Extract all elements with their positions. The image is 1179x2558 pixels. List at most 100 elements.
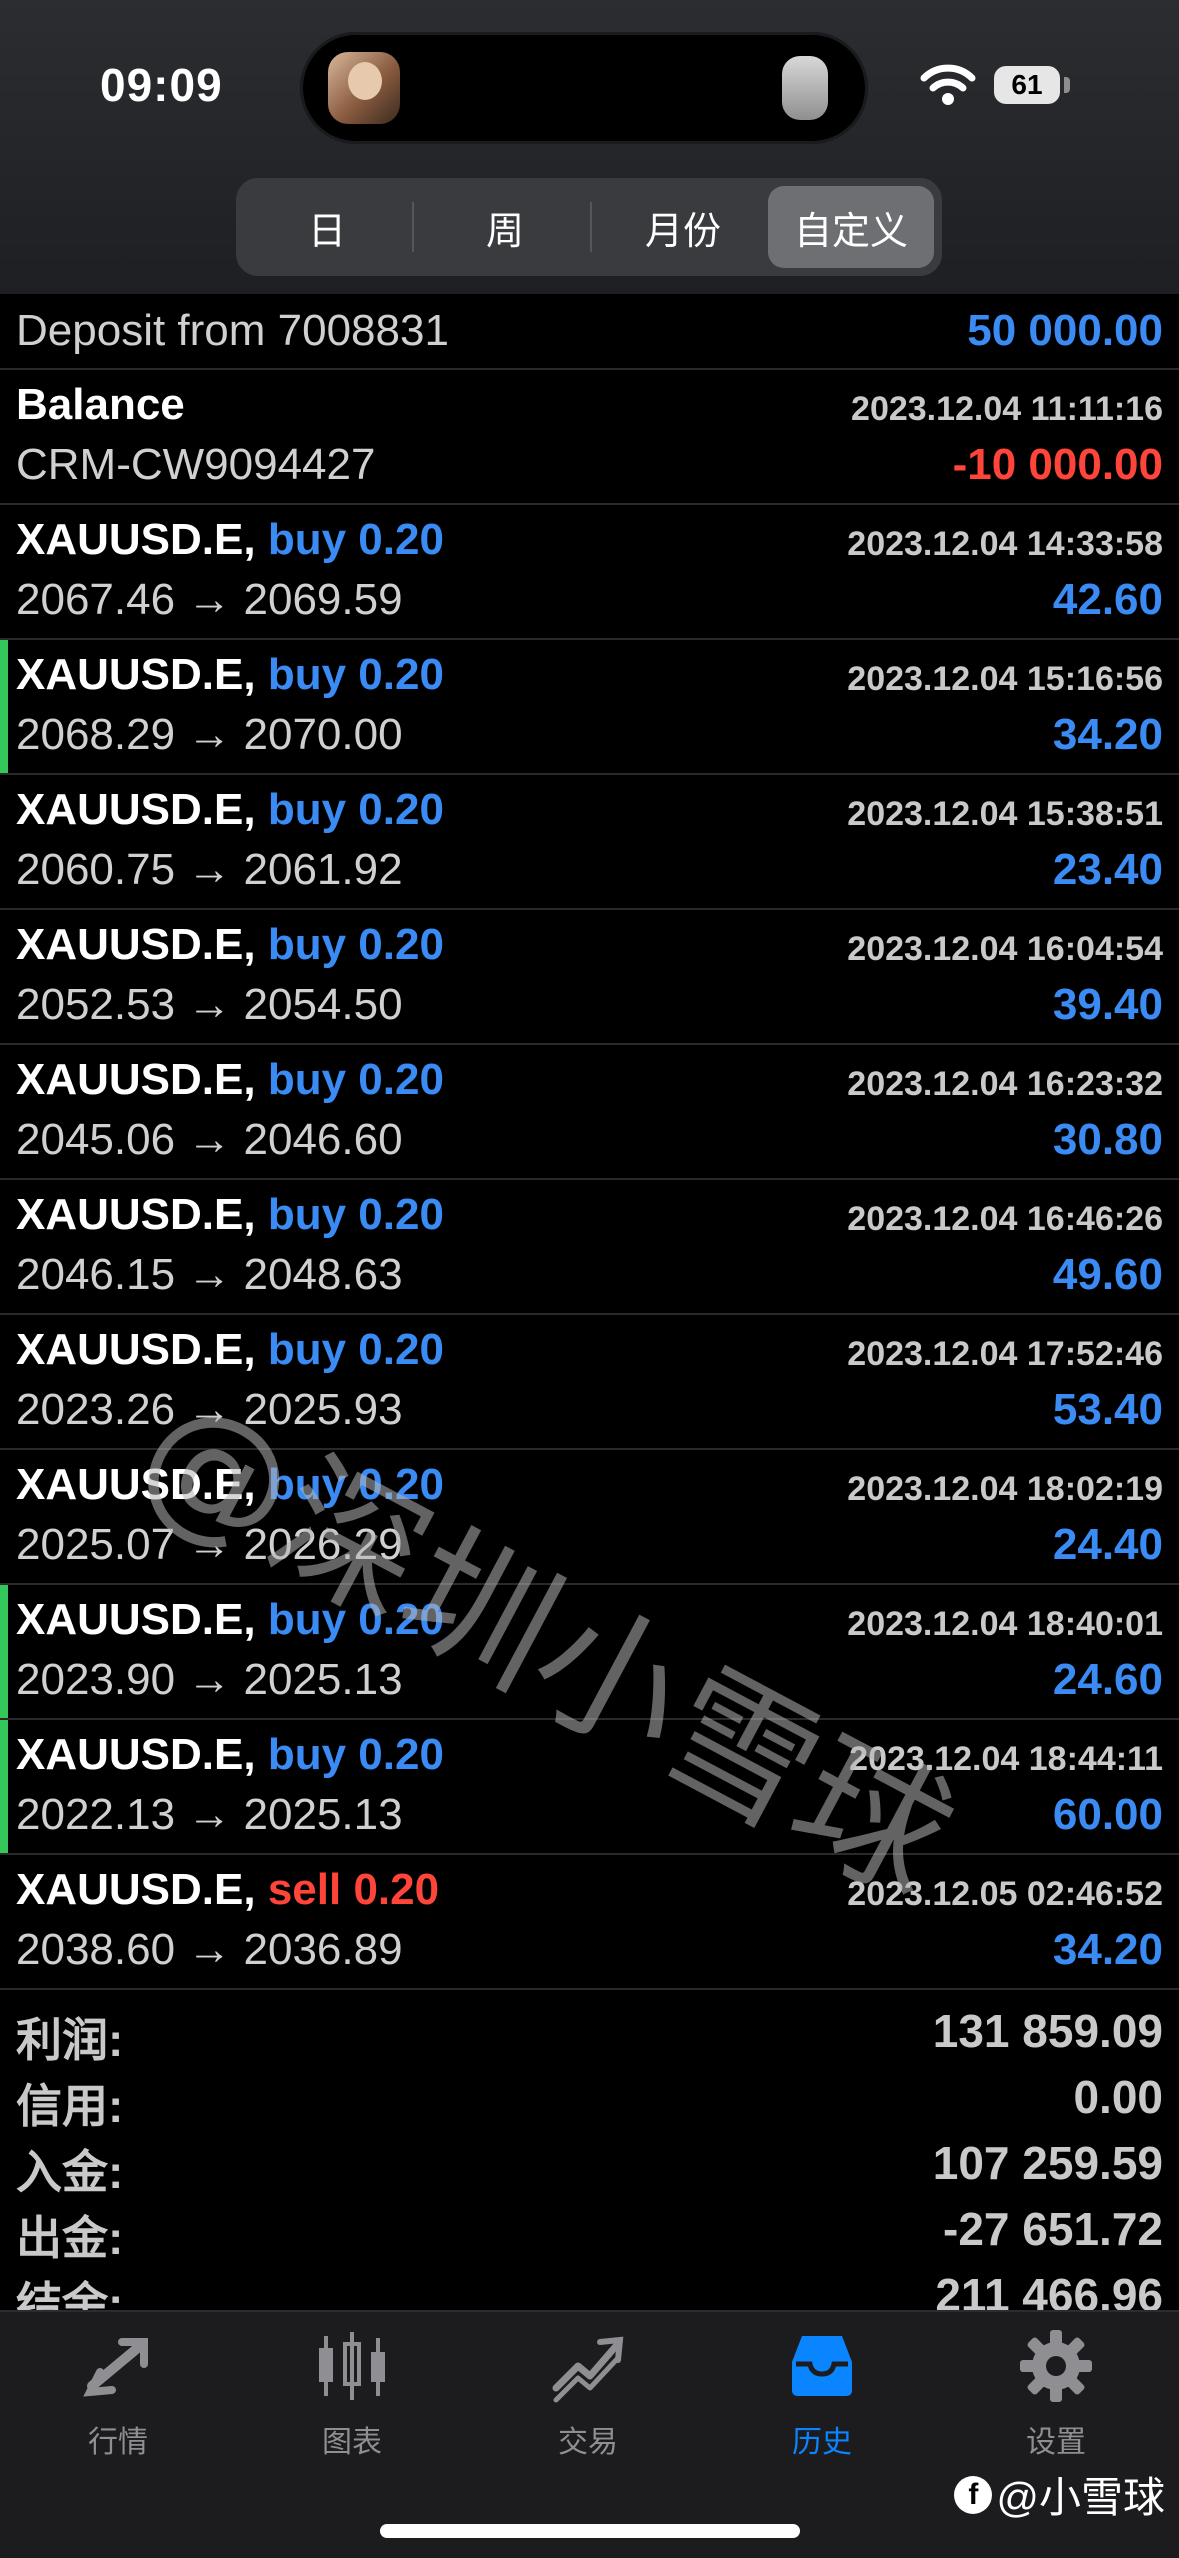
trade-row[interactable]: XAUUSD.E, buy 0.20 2023.12.04 16:23:32 204…	[0, 1045, 1179, 1180]
trade-row[interactable]: XAUUSD.E, buy 0.20 2023.12.04 18:44:11 202…	[0, 1720, 1179, 1855]
trade-profit: 42.60	[1052, 575, 1163, 624]
trade-prices: 2060.75 → 2061.92	[16, 845, 403, 894]
trade-date: 2023.12.04 18:44:11	[849, 1740, 1163, 1778]
history-list: Deposit from 7008831 50 000.00 Balance 2…	[0, 294, 1179, 1990]
summary-deposit: 入金: 107 259.59	[0, 2126, 1179, 2198]
period-week[interactable]: 周	[422, 186, 588, 268]
tab-history[interactable]: 历史	[722, 2326, 922, 2461]
period-selector: 日 周 月份 自定义	[236, 178, 942, 276]
homepod-icon	[782, 56, 828, 120]
trade-volume: buy 0.20	[267, 920, 444, 969]
balance-row[interactable]: Balance 2023.12.04 11:11:16 CRM-CW909442…	[0, 370, 1179, 505]
trade-prices: 2038.60 → 2036.89	[16, 1925, 403, 1974]
summary-credit: 信用: 0.00	[0, 2060, 1179, 2132]
trade-prices: 2023.90 → 2025.13	[16, 1655, 403, 1704]
trade-prices: 2045.06 → 2046.60	[16, 1115, 403, 1164]
credit-text: @小雪球	[996, 2474, 1165, 2521]
period-custom[interactable]: 自定义	[768, 186, 934, 268]
trade-profit: 24.60	[1052, 1655, 1163, 1704]
summary-profit: 利润: 131 859.09	[0, 1994, 1179, 2066]
trade-symbol: XAUUSD.E,	[16, 1460, 256, 1509]
trade-title: XAUUSD.E, buy 0.20	[16, 515, 444, 565]
trade-row[interactable]: XAUUSD.E, buy 0.20 2023.12.04 16:46:26 204…	[0, 1180, 1179, 1315]
trade-title: XAUUSD.E, buy 0.20	[16, 920, 444, 970]
tab-charts[interactable]: 图表	[252, 2326, 452, 2461]
trade-profit: 24.40	[1052, 1520, 1163, 1569]
tab-quotes[interactable]: 行情	[18, 2326, 218, 2461]
divider	[412, 202, 414, 252]
trade-profit: 53.40	[1052, 1385, 1163, 1434]
trade-date: 2023.12.04 14:33:58	[847, 525, 1163, 563]
trade-symbol: XAUUSD.E,	[16, 515, 256, 564]
trade-date: 2023.12.04 16:04:54	[847, 930, 1163, 968]
tab-settings[interactable]: 设置	[956, 2326, 1156, 2461]
trade-symbol: XAUUSD.E,	[16, 1730, 256, 1779]
trade-profit: 34.20	[1052, 1925, 1163, 1974]
open-position-marker	[0, 1720, 8, 1853]
summary-value: 131 859.09	[932, 2005, 1163, 2057]
home-indicator[interactable]	[380, 2524, 800, 2538]
trade-symbol: XAUUSD.E,	[16, 1865, 256, 1914]
trade-prices: 2052.53 → 2054.50	[16, 980, 403, 1029]
balance-date: 2023.12.04 11:11:16	[851, 390, 1163, 428]
tab-trade[interactable]: 交易	[488, 2326, 688, 2461]
tab-label: 历史	[792, 2426, 852, 2459]
trade-row[interactable]: XAUUSD.E, buy 0.20 2023.12.04 15:38:51 206…	[0, 775, 1179, 910]
trade-date: 2023.12.04 15:38:51	[847, 795, 1163, 833]
trade-row[interactable]: XAUUSD.E, buy 0.20 2023.12.04 18:02:19 202…	[0, 1450, 1179, 1585]
trade-title: XAUUSD.E, buy 0.20	[16, 785, 444, 835]
trade-volume: buy 0.20	[267, 1190, 444, 1239]
trade-row[interactable]: XAUUSD.E, buy 0.20 2023.12.04 15:16:56 206…	[0, 640, 1179, 775]
wifi-icon	[920, 64, 976, 105]
trade-volume: buy 0.20	[267, 1460, 444, 1509]
trade-row[interactable]: XAUUSD.E, sell 0.20 2023.12.05 02:46:52 20…	[0, 1855, 1179, 1990]
trade-date: 2023.12.04 16:46:26	[847, 1200, 1163, 1238]
trade-title: XAUUSD.E, sell 0.20	[16, 1865, 439, 1915]
trade-row[interactable]: XAUUSD.E, buy 0.20 2023.12.04 17:52:46 202…	[0, 1315, 1179, 1450]
settings-gear-icon	[1020, 2330, 1092, 2402]
trade-symbol: XAUUSD.E,	[16, 920, 256, 969]
app-logo-icon: f	[954, 2475, 993, 2514]
deposit-amount: 50 000.00	[967, 306, 1163, 355]
trade-symbol: XAUUSD.E,	[16, 1595, 256, 1644]
tab-label: 行情	[88, 2426, 148, 2459]
trade-profit: 49.60	[1052, 1250, 1163, 1299]
history-inbox-icon	[792, 2336, 852, 2396]
trade-volume: buy 0.20	[267, 785, 444, 834]
quotes-arrows-icon	[83, 2338, 148, 2397]
trade-date: 2023.12.04 18:02:19	[847, 1470, 1163, 1508]
account-summary: 利润: 131 859.09 信用: 0.00 入金: 107 259.59 出…	[0, 1994, 1179, 2310]
trade-title: XAUUSD.E, buy 0.20	[16, 650, 444, 700]
trade-row[interactable]: XAUUSD.E, buy 0.20 2023.12.04 18:40:01 202…	[0, 1585, 1179, 1720]
trade-date: 2023.12.04 15:16:56	[847, 660, 1163, 698]
trade-row[interactable]: XAUUSD.E, buy 0.20 2023.12.04 14:33:58 206…	[0, 505, 1179, 640]
open-position-marker	[0, 640, 8, 773]
battery-tip	[1064, 77, 1070, 93]
status-time: 09:09	[100, 59, 223, 111]
deposit-row[interactable]: Deposit from 7008831 50 000.00	[0, 294, 1179, 370]
trade-prices: 2025.07 → 2026.29	[16, 1520, 403, 1569]
summary-value: 107 259.59	[932, 2137, 1163, 2189]
trade-symbol: XAUUSD.E,	[16, 1190, 256, 1239]
balance-ref: CRM-CW9094427	[16, 440, 376, 489]
trade-symbol: XAUUSD.E,	[16, 785, 256, 834]
trade-profit: 39.40	[1052, 980, 1163, 1029]
period-day[interactable]: 日	[244, 186, 410, 268]
trade-symbol: XAUUSD.E,	[16, 650, 256, 699]
trade-volume: buy 0.20	[267, 1730, 444, 1779]
period-month[interactable]: 月份	[600, 186, 766, 268]
trade-date: 2023.12.05 02:46:52	[847, 1875, 1163, 1913]
summary-label: 结余:	[16, 2278, 124, 2310]
trade-prices: 2068.29 → 2070.00	[16, 710, 403, 759]
trade-row[interactable]: XAUUSD.E, buy 0.20 2023.12.04 16:04:54 205…	[0, 910, 1179, 1045]
trade-profit: 30.80	[1052, 1115, 1163, 1164]
tab-label: 交易	[558, 2426, 618, 2459]
tab-label: 设置	[1026, 2426, 1086, 2459]
trade-volume: buy 0.20	[267, 1055, 444, 1104]
summary-withdrawal: 出金: -27 651.72	[0, 2192, 1179, 2264]
trade-title: XAUUSD.E, buy 0.20	[16, 1190, 444, 1240]
tab-label: 图表	[322, 2426, 382, 2459]
dynamic-island[interactable]	[300, 32, 868, 144]
trade-date: 2023.12.04 17:52:46	[847, 1335, 1163, 1373]
trade-symbol: XAUUSD.E,	[16, 1055, 256, 1104]
